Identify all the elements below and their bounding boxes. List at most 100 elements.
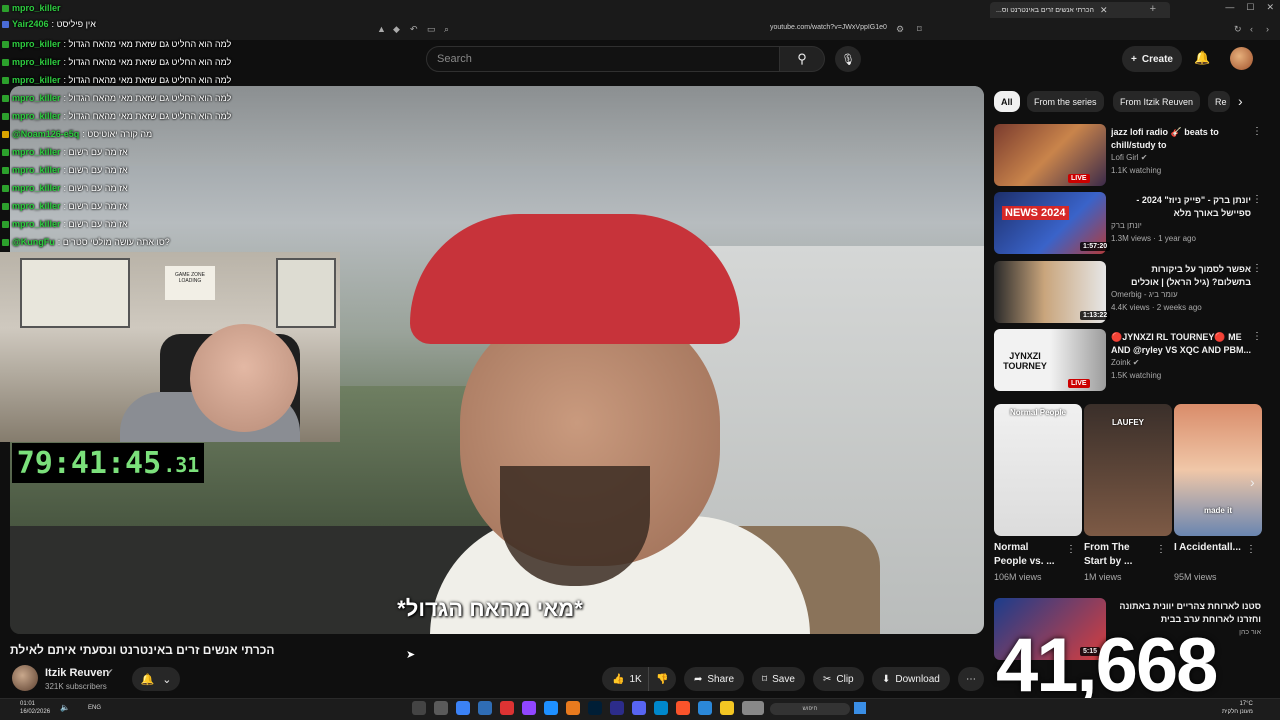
taskbar-app-icon[interactable] (434, 701, 448, 715)
windows-start-icon[interactable] (854, 702, 866, 714)
like-button[interactable]: 👍 1K (602, 667, 648, 691)
maximize-icon[interactable]: ☐ (1246, 2, 1254, 13)
taskbar-search[interactable]: חיפוש (770, 703, 850, 715)
chevron-right-icon[interactable]: › (1238, 93, 1243, 109)
clip-button[interactable]: ✂ Clip (813, 667, 864, 691)
voice-search-button[interactable]: 🎙 (835, 46, 861, 72)
recommendation-item[interactable]: NEWS 2024 1:57:20 יונתן ברק - "פייק ניוז… (994, 192, 1266, 256)
search-input[interactable]: Search (426, 46, 780, 72)
save-button[interactable]: ⌑ Save (752, 667, 805, 691)
chat-text: : אז מה עם רשום (63, 165, 128, 175)
new-tab-icon[interactable]: + (1150, 3, 1156, 15)
tab-close-icon[interactable]: ✕ (1100, 5, 1108, 16)
chat-badge-icon (2, 4, 9, 12)
taskbar-app-icon[interactable] (456, 701, 470, 715)
taskbar-app-icon[interactable] (412, 701, 426, 715)
chat-badge-icon (2, 40, 9, 48)
chat-text: : אז מה עם רשום (63, 219, 128, 229)
chat-message: mpro_killer: למה הוא החליט גם שזאת מאי מ… (2, 72, 231, 88)
chat-message: mpro_killer: אז מה עם רשום (2, 162, 128, 178)
share-label: Share (707, 673, 735, 685)
taskbar-app-icon[interactable] (478, 701, 492, 715)
channel-avatar[interactable] (12, 665, 38, 691)
more-options-icon[interactable]: ⋮ (1252, 194, 1262, 205)
taskbar-app-icon[interactable] (566, 701, 580, 715)
address-bar[interactable]: youtube.com/watch?v=JWxVppIG1e0 (770, 24, 887, 31)
more-options-icon[interactable]: ⋮ (1066, 544, 1076, 555)
volume-icon[interactable]: 🔈 (60, 703, 70, 712)
recommendation-title: 🔴JYNXZI RL TOURNEY🔴 ME AND @ryley VS XQC… (1111, 332, 1251, 355)
chip-from-channel[interactable]: From Itzik Reuven (1113, 91, 1201, 112)
recommendation-channel: יונתן ברק (1111, 221, 1142, 230)
channel-name[interactable]: Itzik Reuven (45, 667, 109, 679)
taskbar-app-icon[interactable] (654, 701, 668, 715)
chat-text: : אז מה עם רשום (63, 183, 128, 193)
chip-from-series[interactable]: From the series (1027, 91, 1104, 112)
taskbar-app-icon[interactable] (698, 701, 712, 715)
dislike-button[interactable]: 👎 (648, 667, 676, 691)
close-window-icon[interactable]: ✕ (1266, 2, 1274, 13)
forward-icon[interactable]: › (1266, 24, 1269, 34)
chat-text: : אז מה עם רשום (63, 147, 128, 157)
browser-tab[interactable]: ✕ הכרתי אנשים זרים באינטרנט וס... (990, 2, 1170, 18)
download-button[interactable]: ⬇ Download (872, 667, 950, 691)
search-button[interactable]: ⚲ (780, 46, 825, 72)
minimize-icon[interactable]: — (1225, 2, 1234, 13)
recommendation-title: jazz lofi radio 🎸 beats to chill/study t… (1111, 127, 1219, 150)
webcam-sign-sub: LOADING (178, 278, 202, 284)
recommendation-item[interactable]: JYNXZI TOURNEY LIVE 🔴JYNXZI RL TOURNEY🔴 … (994, 329, 1266, 393)
taskbar-app-icon[interactable] (610, 701, 624, 715)
taskbar-app-icon[interactable] (544, 701, 558, 715)
chip-more[interactable]: Re (1208, 91, 1230, 112)
chip-all[interactable]: All (994, 91, 1020, 112)
more-options-icon[interactable]: ⋮ (1246, 544, 1256, 555)
bookmark-icon[interactable]: ⌑ (917, 24, 922, 35)
taskbar-app-icon[interactable] (742, 701, 764, 715)
chat-message: mpro_killer: אז מה עם רשום (2, 180, 128, 196)
taskbar-app-icon[interactable] (500, 701, 514, 715)
taskbar-app-icon[interactable] (588, 701, 602, 715)
chat-username: Yair2406 (12, 19, 49, 29)
more-actions-button[interactable]: ⋯ (958, 667, 984, 691)
short-views: 1M views (1084, 572, 1122, 582)
short-thumbnail[interactable]: LAUFEY (1084, 404, 1172, 536)
short-views: 95M views (1174, 572, 1217, 582)
undo-icon[interactable]: ↶ (410, 24, 418, 35)
short-views: 106M views (994, 572, 1042, 582)
chat-message: mpro_killer: אז מה עם רשום (2, 144, 128, 160)
notifications-bell-icon[interactable]: 🔔 (1194, 50, 1210, 66)
subscription-bell-button[interactable]: 🔔 ⌄ (132, 667, 180, 691)
back-icon[interactable]: ‹ (1250, 24, 1253, 34)
share-button[interactable]: ➦ Share (684, 667, 745, 691)
recommendation-item[interactable]: 1:13:22 אפשר לסמוך על ביקורות בתשלום? (ג… (994, 261, 1266, 325)
taskbar-app-icon[interactable] (632, 701, 646, 715)
search-small-icon[interactable]: ⌕ (444, 24, 449, 35)
taskbar-weather[interactable]: 17°C מעונן חלקית (1222, 700, 1253, 716)
brave-shield-icon[interactable]: ▲ (377, 24, 386, 34)
short-title[interactable]: Normal People vs. ... (994, 541, 1064, 569)
recommendation-item[interactable]: LIVE jazz lofi radio 🎸 beats to chill/st… (994, 124, 1266, 188)
more-options-icon[interactable]: ⋮ (1252, 126, 1262, 137)
account-avatar[interactable] (1230, 47, 1253, 70)
extension-icon[interactable]: ◆ (393, 24, 400, 35)
taskbar-clock[interactable]: 01:01 16/02/2026 (20, 700, 50, 716)
short-title[interactable]: I Accidentall... (1174, 541, 1244, 555)
taskbar-app-icon[interactable] (720, 701, 734, 715)
short-title[interactable]: From The Start by ... (1084, 541, 1154, 569)
more-options-icon[interactable]: ⋮ (1252, 331, 1262, 342)
language-indicator[interactable]: ENG (88, 705, 101, 711)
shorts-next-icon[interactable]: › (1250, 474, 1255, 490)
create-button[interactable]: + Create (1122, 46, 1182, 72)
taskbar-search-label: חיפוש (802, 706, 818, 712)
short-thumbnail[interactable]: made it (1174, 404, 1262, 536)
chat-badge-icon (2, 94, 9, 102)
more-options-icon[interactable]: ⋮ (1252, 263, 1262, 274)
taskbar-app-icon[interactable] (522, 701, 536, 715)
short-caption: LAUFEY (1112, 418, 1144, 427)
short-thumbnail[interactable]: Normal People (994, 404, 1082, 536)
screenshot-icon[interactable]: ▭ (427, 24, 436, 35)
more-options-icon[interactable]: ⋮ (1156, 544, 1166, 555)
taskbar-app-icon[interactable] (676, 701, 690, 715)
settings-icon[interactable]: ⚙ (896, 24, 904, 35)
reload-icon[interactable]: ↻ (1234, 24, 1242, 35)
